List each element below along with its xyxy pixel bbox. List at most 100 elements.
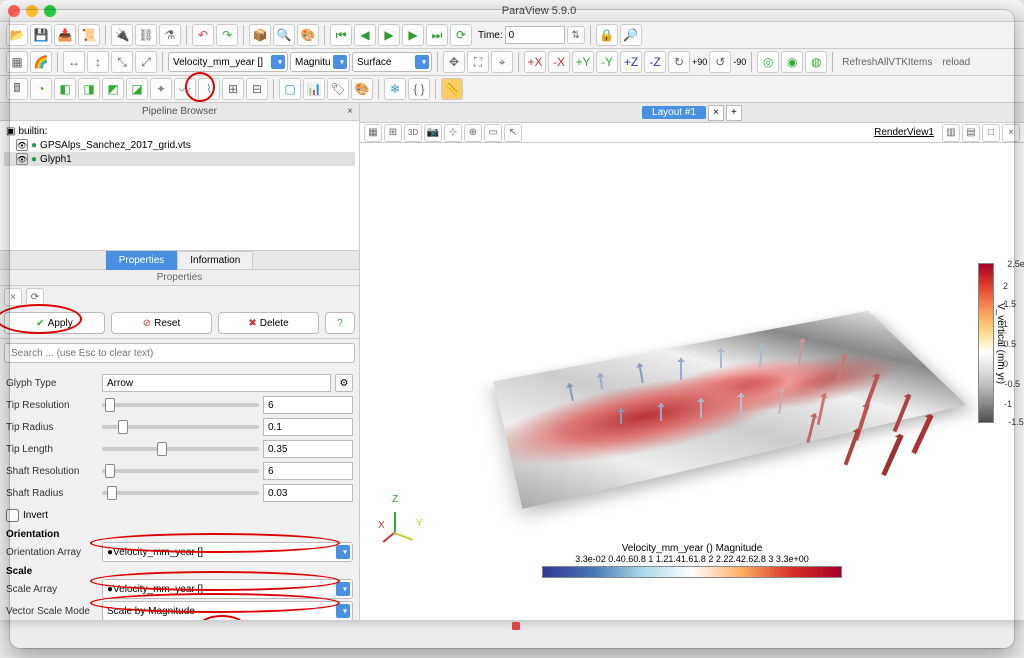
- source-node[interactable]: 👁 ● GPSAlps_Sanchez_2017_grid.vts: [4, 138, 355, 152]
- view-axes-icon[interactable]: ⊹: [444, 124, 462, 142]
- glyph-filter-icon[interactable]: ✦: [150, 78, 172, 100]
- zoom-data-icon[interactable]: 🔎: [620, 24, 642, 46]
- minimize-window[interactable]: [26, 5, 38, 17]
- delete-button[interactable]: ✖Delete: [218, 312, 319, 334]
- open-icon[interactable]: 📂: [6, 24, 28, 46]
- rescale-temporal-icon[interactable]: ⤢: [135, 51, 157, 73]
- rescale-custom-icon[interactable]: ↕: [87, 51, 109, 73]
- time-step-spinner[interactable]: ⇅: [567, 26, 585, 44]
- glyph-type-value[interactable]: Arrow: [102, 374, 331, 392]
- save-icon[interactable]: 💾: [30, 24, 52, 46]
- pipeline-browser[interactable]: ▣builtin: 👁 ● GPSAlps_Sanchez_2017_grid.…: [0, 121, 359, 251]
- plusy-icon[interactable]: +Y: [572, 51, 594, 73]
- ruler-icon[interactable]: 📏: [441, 78, 463, 100]
- representation-select[interactable]: Surface: [352, 52, 432, 72]
- loop-icon[interactable]: ⟳: [450, 24, 472, 46]
- catalyst-icon[interactable]: ⚗: [159, 24, 181, 46]
- last-frame-icon[interactable]: ⏭: [426, 24, 448, 46]
- maximize-window[interactable]: [44, 5, 56, 17]
- tab-information[interactable]: Information: [177, 251, 253, 270]
- view-camera-icon[interactable]: 📷: [424, 124, 442, 142]
- plusx-icon[interactable]: +X: [524, 51, 546, 73]
- property-search[interactable]: [4, 343, 355, 363]
- edit-colormap-icon[interactable]: 🌈: [30, 51, 52, 73]
- lock-view-icon[interactable]: 🔒: [596, 24, 618, 46]
- glyph-node[interactable]: 👁 ● Glyph1: [4, 152, 355, 166]
- pipeline-close-icon[interactable]: ×: [347, 106, 353, 117]
- shaft-radius-slider[interactable]: [102, 491, 259, 495]
- vector-scale-mode-select[interactable]: Scale by Magnitude: [102, 601, 353, 620]
- rescale-range-icon[interactable]: ↔: [63, 51, 85, 73]
- scale-array-select[interactable]: ● Velocity_mm_year []: [102, 579, 353, 599]
- close-view-icon[interactable]: ×: [1002, 124, 1020, 142]
- color-array-select[interactable]: Velocity_mm_year []: [168, 52, 288, 72]
- tab-properties[interactable]: Properties: [106, 251, 178, 270]
- close-window[interactable]: [8, 5, 20, 17]
- minusy-icon[interactable]: -Y: [596, 51, 618, 73]
- show-scalar-bar-icon[interactable]: ▦: [6, 51, 28, 73]
- builtin-node[interactable]: ▣builtin:: [4, 125, 355, 138]
- minusx-icon[interactable]: -X: [548, 51, 570, 73]
- reload-link[interactable]: reload: [938, 57, 974, 68]
- split-h-icon[interactable]: ▥: [942, 124, 960, 142]
- load-palette-icon[interactable]: 📦: [249, 24, 271, 46]
- panel-reload-icon[interactable]: ⟳: [26, 288, 44, 306]
- box-icon[interactable]: ▢: [279, 78, 301, 100]
- refresh-vtk-link[interactable]: RefreshAllVTKItems: [838, 57, 936, 68]
- snowflake-icon[interactable]: ❄: [384, 78, 406, 100]
- shaft-resolution-value[interactable]: 6: [263, 462, 353, 480]
- first-frame-icon[interactable]: ⏮: [330, 24, 352, 46]
- split-v-icon[interactable]: ▤: [962, 124, 980, 142]
- contour-icon[interactable]: ◔: [30, 78, 52, 100]
- glyph-type-gear-icon[interactable]: ⚙: [335, 374, 353, 392]
- zoom-closest-icon[interactable]: ⌖: [491, 51, 513, 73]
- threshold-icon[interactable]: ◩: [102, 78, 124, 100]
- shaft-radius-value[interactable]: 0.03: [263, 484, 353, 502]
- view-pick-icon[interactable]: ↖: [504, 124, 522, 142]
- reset-button[interactable]: ⊘Reset: [111, 312, 212, 334]
- calculator-icon[interactable]: 🖩: [6, 78, 28, 100]
- render-view[interactable]: Z Y X 2.5e+00 2 1.5 1 0.5 0 -0.5: [360, 143, 1024, 620]
- add-layout-icon[interactable]: +: [726, 105, 742, 121]
- tip-radius-slider[interactable]: [102, 425, 259, 429]
- undo-icon[interactable]: ↶: [192, 24, 214, 46]
- tip-length-value[interactable]: 0.35: [263, 440, 353, 458]
- colormap2-icon[interactable]: 🎨: [351, 78, 373, 100]
- view-center-icon[interactable]: ⊕: [464, 124, 482, 142]
- prev-frame-icon[interactable]: ◀: [354, 24, 376, 46]
- streamtracer-icon[interactable]: 〰: [174, 78, 196, 100]
- rotate-plus90-icon[interactable]: ↻: [668, 51, 690, 73]
- disconnect-icon[interactable]: ⛓: [135, 24, 157, 46]
- orientation-array-select[interactable]: ● Velocity_mm_year []: [102, 542, 353, 562]
- rescale-visible-icon[interactable]: ⤡: [111, 51, 133, 73]
- settings-icon[interactable]: { }: [408, 78, 430, 100]
- group-icon[interactable]: ⊞: [222, 78, 244, 100]
- minusz-icon[interactable]: -Z: [644, 51, 666, 73]
- slice-icon[interactable]: ◨: [78, 78, 100, 100]
- search-input[interactable]: [4, 343, 355, 363]
- plusz-icon[interactable]: +Z: [620, 51, 642, 73]
- save-state-icon[interactable]: 📥: [54, 24, 76, 46]
- find-data-icon[interactable]: 🔍: [273, 24, 295, 46]
- target2-icon[interactable]: ◉: [781, 51, 803, 73]
- tip-radius-value[interactable]: 0.1: [263, 418, 353, 436]
- color-legend-icon[interactable]: 🏷: [327, 78, 349, 100]
- view-select-icon[interactable]: ▭: [484, 124, 502, 142]
- warp-icon[interactable]: ⌇: [198, 78, 220, 100]
- tip-length-slider[interactable]: [102, 447, 259, 451]
- histogram-icon[interactable]: 📊: [303, 78, 325, 100]
- component-select[interactable]: Magnitu: [290, 52, 350, 72]
- help-button[interactable]: ?: [325, 312, 355, 334]
- play-icon[interactable]: ▶: [378, 24, 400, 46]
- target1-icon[interactable]: ◎: [757, 51, 779, 73]
- color-palette-icon[interactable]: 🎨: [297, 24, 319, 46]
- rotate-minus90-icon[interactable]: ↺: [709, 51, 731, 73]
- reset-camera-icon[interactable]: ✥: [443, 51, 465, 73]
- extract-selection-icon[interactable]: ⊟: [246, 78, 268, 100]
- script-icon[interactable]: 📜: [78, 24, 100, 46]
- visibility-icon[interactable]: 👁: [16, 153, 28, 165]
- redo-icon[interactable]: ↷: [216, 24, 238, 46]
- close-layout-icon[interactable]: ×: [708, 105, 724, 121]
- invert-checkbox[interactable]: [6, 509, 19, 522]
- shaft-resolution-slider[interactable]: [102, 469, 259, 473]
